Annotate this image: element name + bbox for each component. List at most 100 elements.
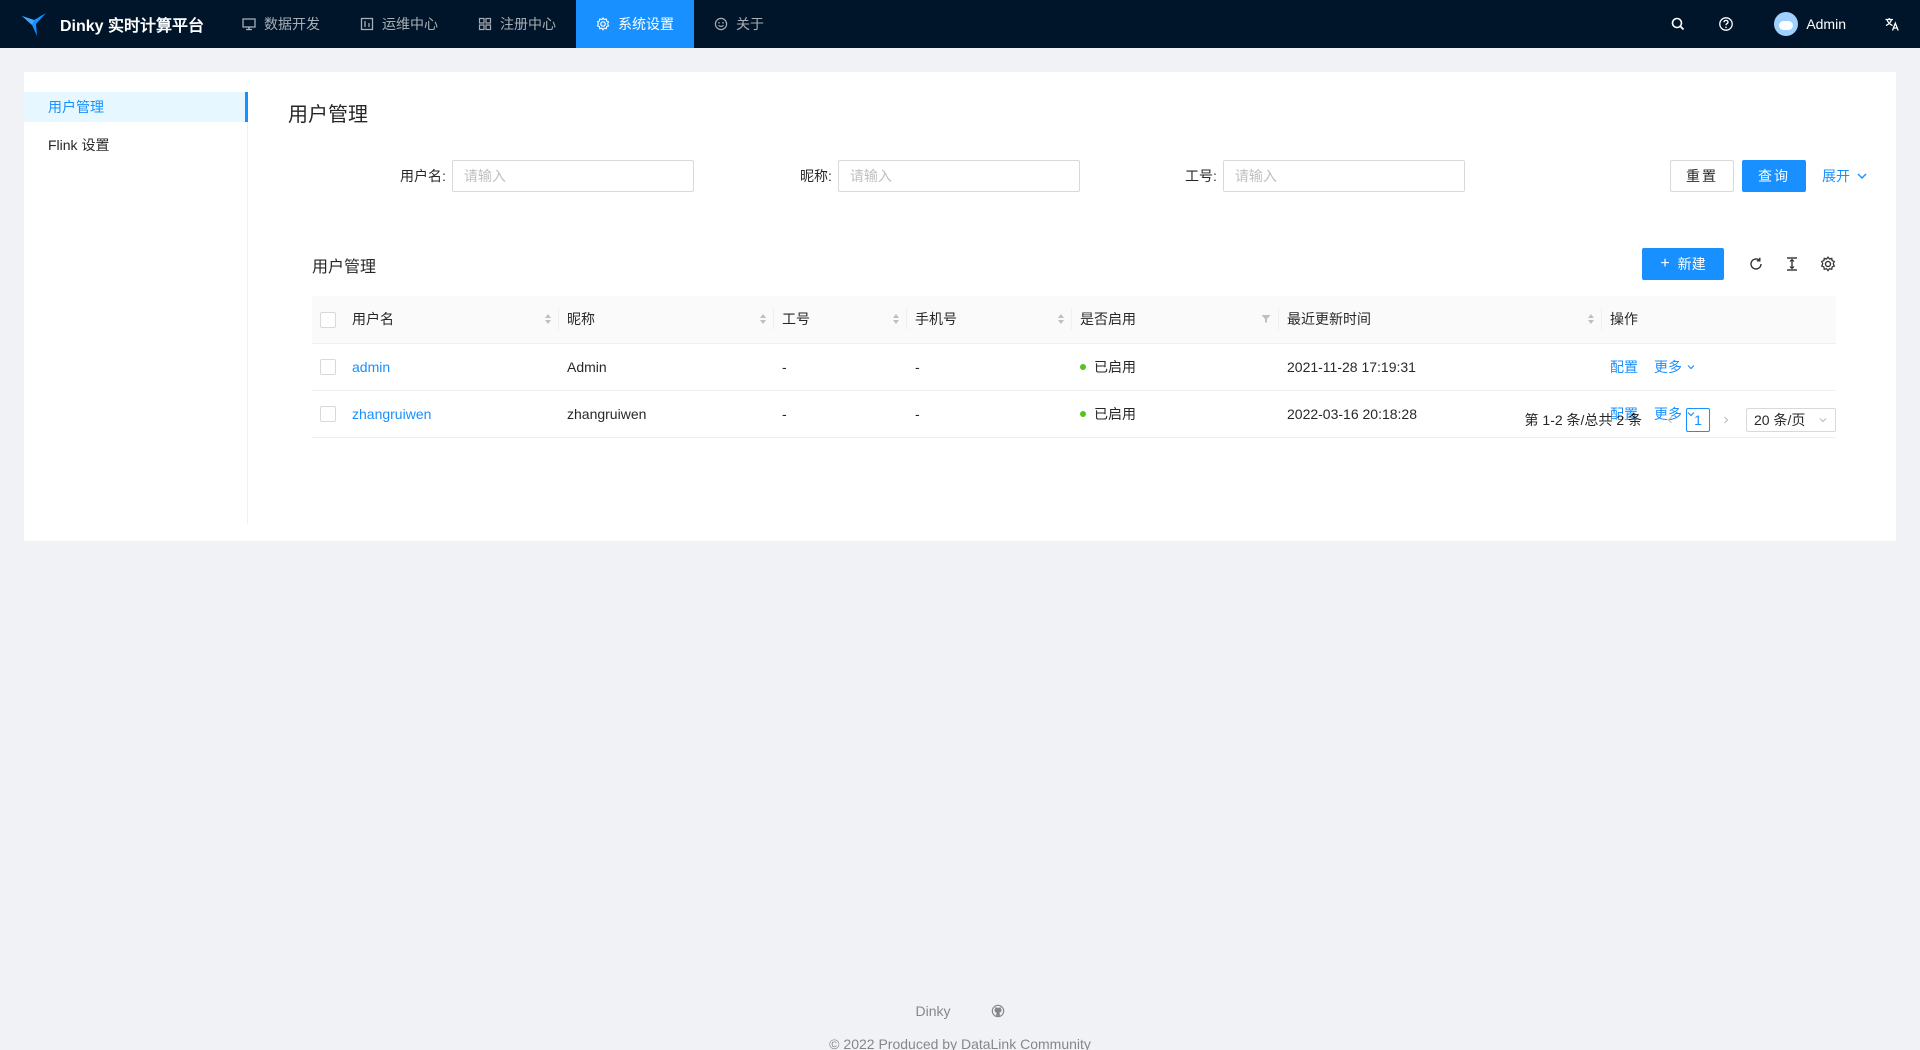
reload-button[interactable]	[1748, 256, 1764, 272]
config-link[interactable]: 配置	[1610, 357, 1638, 377]
density-button[interactable]	[1784, 256, 1800, 272]
nav-item-about[interactable]: 关于	[694, 0, 784, 48]
desktop-icon	[242, 18, 256, 31]
worknum-cell: -	[774, 343, 907, 391]
page-size-value: 20 条/页	[1754, 412, 1806, 428]
table-header-row: 用户名 昵称 工号 手机号 是否启用 最近更新时间 操作	[312, 296, 1836, 344]
github-icon	[991, 1004, 1004, 1018]
page-size-select[interactable]: 20 条/页	[1746, 408, 1836, 432]
column-header-label: 操作	[1610, 311, 1638, 328]
appstore-icon	[478, 17, 492, 31]
column-header-label: 是否启用	[1080, 311, 1136, 328]
filter-icon[interactable]	[1261, 314, 1271, 324]
new-user-button[interactable]: + 新建	[1642, 248, 1724, 280]
prev-page-button[interactable]	[1658, 408, 1682, 432]
main-menu: 数据开发 运维中心 注册中心 系统设置 关于	[222, 0, 784, 48]
query-button[interactable]: 查询	[1742, 160, 1806, 192]
logo[interactable]: Dinky 实时计算平台	[0, 0, 222, 48]
column-height-icon	[1787, 257, 1797, 271]
column-settings-button[interactable]	[1820, 256, 1836, 272]
header-search-button[interactable]	[1658, 0, 1698, 48]
nav-item-settings[interactable]: 系统设置	[576, 0, 694, 48]
user-menu[interactable]: Admin	[1762, 0, 1860, 48]
sort-icon[interactable]	[545, 314, 551, 325]
status-dot	[1080, 363, 1086, 370]
footer-links: Dinky	[0, 1000, 1920, 1022]
translation-icon	[1885, 18, 1899, 31]
table-title: 用户管理	[312, 259, 377, 276]
search-form: 用户名: 昵称: 工号: 重置 查询 展开	[288, 160, 1868, 192]
more-dropdown[interactable]: 更多	[1654, 357, 1696, 377]
dinky-logo-icon	[22, 13, 46, 36]
sort-icon[interactable]	[1588, 314, 1594, 325]
chevron-down-icon	[1857, 173, 1867, 179]
nav-item-registry[interactable]: 注册中心	[458, 0, 576, 48]
nav-item-label: 运维中心	[382, 16, 438, 32]
chevron-down-icon	[1687, 364, 1695, 369]
sort-icon[interactable]	[760, 314, 766, 325]
column-header-worknum[interactable]: 工号	[774, 296, 907, 344]
question-circle-icon	[1719, 17, 1734, 31]
select-all-cell	[312, 296, 344, 344]
footer-link-dinky[interactable]: Dinky	[915, 1003, 950, 1019]
setting-icon	[596, 17, 610, 31]
user-table-card: 用户管理 + 新建 用户名 昵称 工号 手机号 是否启用 最近更新时间 操作 a…	[312, 248, 1836, 438]
expand-label: 展开	[1822, 168, 1850, 184]
username-filter: 用户名:	[400, 160, 694, 192]
row-checkbox[interactable]	[320, 406, 336, 423]
sort-icon[interactable]	[1058, 314, 1064, 325]
column-header-updated[interactable]: 最近更新时间	[1279, 296, 1602, 344]
page-title: 用户管理	[288, 104, 368, 126]
nickname-cell: Admin	[559, 343, 774, 391]
worknum-input[interactable]	[1222, 160, 1465, 192]
footer-link-github[interactable]	[991, 1004, 1005, 1018]
nav-item-ops-center[interactable]: 运维中心	[340, 0, 458, 48]
nav-item-data-dev[interactable]: 数据开发	[222, 0, 340, 48]
column-header-mobile[interactable]: 手机号	[907, 296, 1072, 344]
copyright-icon: ©	[829, 1036, 840, 1050]
more-label: 更多	[1654, 358, 1682, 375]
username-link[interactable]: admin	[352, 359, 390, 375]
sidebar-item-user-management[interactable]: 用户管理	[24, 92, 248, 122]
worknum-cell: -	[774, 390, 907, 438]
reset-button[interactable]: 重置	[1670, 160, 1734, 192]
chevron-left-icon	[1667, 416, 1672, 424]
pagination: 第 1-2 条/总共 2 条 1 20 条/页	[1525, 408, 1836, 432]
help-button[interactable]	[1706, 0, 1746, 48]
username-input[interactable]	[451, 160, 694, 192]
table-toolbar-actions: + 新建	[1642, 248, 1836, 280]
page-number[interactable]: 1	[1686, 408, 1710, 432]
language-switch[interactable]	[1860, 0, 1920, 48]
column-header-username[interactable]: 用户名	[344, 296, 559, 344]
nav-item-label: 数据开发	[264, 16, 320, 32]
column-header-label: 用户名	[352, 311, 394, 328]
mobile-cell: -	[907, 390, 1072, 438]
updated-cell: 2021-11-28 17:19:31	[1279, 343, 1602, 391]
reload-icon	[1750, 257, 1762, 270]
table-row: admin Admin - - 已启用 2021-11-28 17:19:31 …	[312, 343, 1836, 391]
chevron-down-icon	[1819, 418, 1827, 423]
app-title: Dinky 实时计算平台	[60, 18, 205, 35]
status-text: 已启用	[1094, 358, 1136, 375]
username-link[interactable]: zhangruiwen	[352, 406, 431, 422]
nickname-input[interactable]	[837, 160, 1080, 192]
row-checkbox[interactable]	[320, 359, 336, 376]
next-page-button[interactable]	[1714, 408, 1738, 432]
avatar	[1774, 12, 1799, 36]
user-name: Admin	[1806, 16, 1846, 32]
column-header-nickname[interactable]: 昵称	[559, 296, 774, 344]
sort-icon[interactable]	[893, 314, 899, 325]
expand-button[interactable]: 展开	[1822, 166, 1868, 186]
mobile-cell: -	[907, 343, 1072, 391]
copyright: © 2022 Produced by DataLink Community	[0, 1036, 1920, 1050]
column-header-label: 工号	[782, 311, 810, 328]
status-badge: 已启用	[1080, 357, 1136, 377]
select-all-checkbox[interactable]	[320, 311, 336, 328]
status-badge: 已启用	[1080, 404, 1136, 424]
nav-item-label: 系统设置	[618, 16, 674, 32]
smile-icon	[714, 17, 728, 31]
sidebar-item-flink-settings[interactable]: Flink 设置	[24, 130, 247, 160]
column-header-enabled[interactable]: 是否启用	[1072, 296, 1279, 344]
footer: Dinky © 2022 Produced by DataLink Commun…	[0, 1000, 1920, 1050]
worknum-filter: 工号:	[1185, 160, 1465, 192]
